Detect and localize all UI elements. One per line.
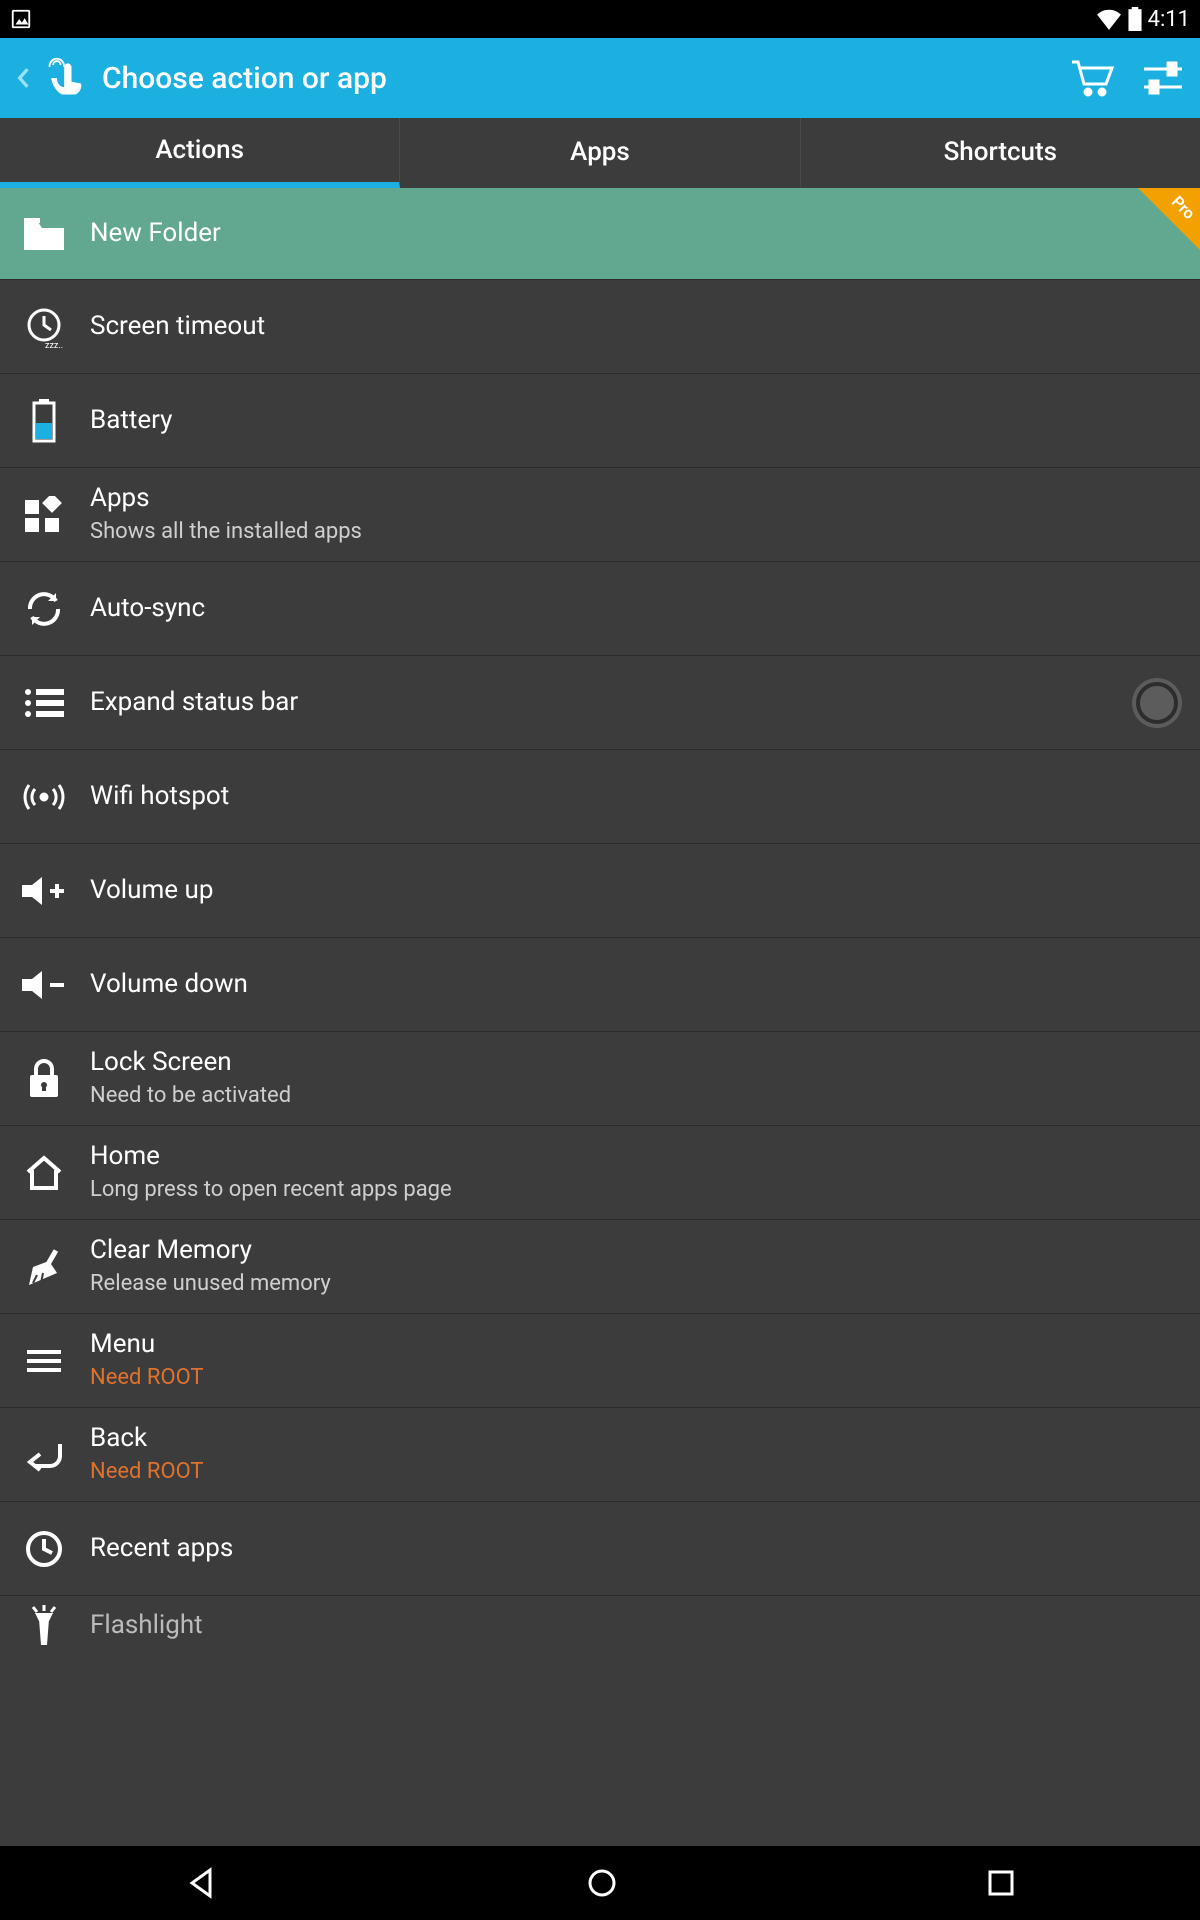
actions-list[interactable]: New Folder Pro zzz.. Screen timeout Batt…: [0, 188, 1200, 1846]
tabs: Actions Apps Shortcuts: [0, 118, 1200, 188]
clock-sleep-icon: zzz..: [18, 306, 70, 348]
folder-icon: [18, 216, 70, 252]
item-title: Clear Memory: [90, 1234, 1182, 1268]
item-title: Menu: [90, 1328, 1182, 1362]
app-header: Choose action or app: [0, 38, 1200, 118]
volume-up-icon: [18, 875, 70, 907]
item-title: Lock Screen: [90, 1046, 1182, 1080]
item-subtitle: Need ROOT: [90, 1364, 1182, 1393]
list-item-wifi-hotspot[interactable]: Wifi hotspot: [0, 750, 1200, 844]
back-arrow-icon: [18, 1438, 70, 1472]
list-item-volume-down[interactable]: Volume down: [0, 938, 1200, 1032]
list-item-auto-sync[interactable]: Auto-sync: [0, 562, 1200, 656]
list-item-recent-apps[interactable]: Recent apps: [0, 1502, 1200, 1596]
item-subtitle: Release unused memory: [90, 1270, 1182, 1299]
svg-text:zzz..: zzz..: [45, 341, 63, 348]
item-title: Auto-sync: [90, 592, 1182, 626]
list-item-screen-timeout[interactable]: zzz.. Screen timeout: [0, 280, 1200, 374]
broom-icon: [18, 1247, 70, 1287]
back-chevron-icon[interactable]: [16, 67, 30, 89]
list-item-flashlight[interactable]: Flashlight: [0, 1596, 1200, 1656]
list-lines-icon: [18, 688, 70, 718]
menu-icon: [18, 1348, 70, 1374]
item-title: Wifi hotspot: [90, 780, 1182, 814]
nav-bar: [0, 1846, 1200, 1920]
clock-icon: [18, 1529, 70, 1569]
lock-icon: [18, 1059, 70, 1099]
item-title: Battery: [90, 404, 1182, 438]
item-subtitle: Long press to open recent apps page: [90, 1176, 1182, 1205]
item-title: Recent apps: [90, 1532, 1182, 1566]
list-item-home[interactable]: Home Long press to open recent apps page: [0, 1126, 1200, 1220]
app-title: Choose action or app: [102, 61, 387, 96]
list-item-menu[interactable]: Menu Need ROOT: [0, 1314, 1200, 1408]
item-subtitle: Need to be activated: [90, 1082, 1182, 1111]
volume-down-icon: [18, 969, 70, 1001]
list-item-apps[interactable]: Apps Shows all the installed apps: [0, 468, 1200, 562]
touch-hand-icon: [44, 56, 88, 100]
pro-label: Pro: [1168, 192, 1199, 223]
status-right: 4:11: [1096, 7, 1190, 32]
nav-recent-icon[interactable]: [986, 1868, 1016, 1898]
item-title: Expand status bar: [90, 686, 1136, 720]
list-item-back[interactable]: Back Need ROOT: [0, 1408, 1200, 1502]
list-item-lock-screen[interactable]: Lock Screen Need to be activated: [0, 1032, 1200, 1126]
item-title: Volume down: [90, 968, 1182, 1002]
status-time: 4:11: [1148, 7, 1190, 32]
tab-label: Apps: [570, 137, 630, 167]
item-title: Apps: [90, 482, 1182, 516]
list-item-battery[interactable]: Battery: [0, 374, 1200, 468]
nav-back-icon[interactable]: [184, 1866, 218, 1900]
picture-icon: [10, 8, 32, 30]
item-title: Volume up: [90, 874, 1182, 908]
status-bar: 4:11: [0, 0, 1200, 38]
wifi-icon: [1096, 8, 1122, 30]
tab-actions[interactable]: Actions: [0, 118, 400, 188]
item-subtitle: Shows all the installed apps: [90, 518, 1182, 547]
item-subtitle: Need ROOT: [90, 1458, 1182, 1487]
item-title: Screen timeout: [90, 310, 1182, 344]
item-title: Flashlight: [90, 1609, 1182, 1643]
hotspot-icon: [18, 779, 70, 815]
status-left: [10, 8, 32, 30]
battery-half-icon: [18, 399, 70, 443]
tab-label: Actions: [155, 135, 244, 165]
nav-home-icon[interactable]: [586, 1867, 618, 1899]
sliders-icon[interactable]: [1142, 59, 1184, 97]
item-title: Home: [90, 1140, 1182, 1174]
apps-grid-icon: [18, 496, 70, 534]
tab-label: Shortcuts: [944, 137, 1058, 167]
list-item-expand-status-bar[interactable]: Expand status bar: [0, 656, 1200, 750]
radio-toggle[interactable]: [1136, 682, 1178, 724]
item-title: New Folder: [90, 217, 1182, 251]
pro-badge: Pro: [1138, 188, 1200, 250]
flashlight-icon: [18, 1605, 70, 1647]
home-icon: [18, 1154, 70, 1192]
battery-icon: [1128, 7, 1142, 31]
list-item-clear-memory[interactable]: Clear Memory Release unused memory: [0, 1220, 1200, 1314]
tab-shortcuts[interactable]: Shortcuts: [801, 118, 1200, 188]
sync-icon: [18, 589, 70, 629]
list-item-volume-up[interactable]: Volume up: [0, 844, 1200, 938]
cart-icon[interactable]: [1070, 58, 1114, 98]
tab-apps[interactable]: Apps: [400, 118, 800, 188]
item-title: Back: [90, 1422, 1182, 1456]
list-item-new-folder[interactable]: New Folder Pro: [0, 188, 1200, 280]
